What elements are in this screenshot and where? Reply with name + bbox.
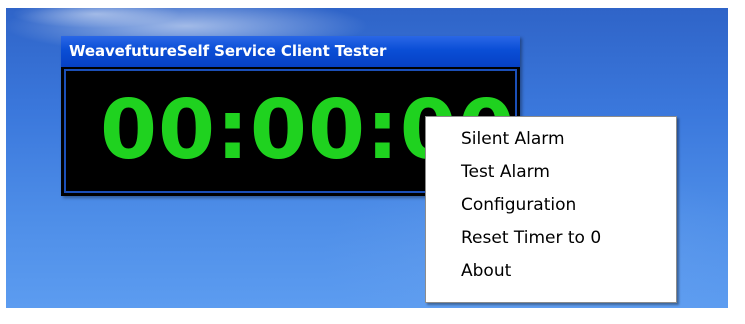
menu-item-reset-timer[interactable]: Reset Timer to 0	[426, 222, 676, 255]
menu-item-configuration[interactable]: Configuration	[426, 189, 676, 222]
context-menu: Silent Alarm Test Alarm Configuration Re…	[425, 116, 677, 303]
menu-item-about[interactable]: About	[426, 255, 676, 288]
window-title[interactable]: WeavefutureSelf Service Client Tester	[61, 36, 520, 67]
menu-item-test-alarm[interactable]: Test Alarm	[426, 156, 676, 189]
desktop-background: WeavefutureSelf Service Client Tester 00…	[6, 8, 728, 308]
menu-item-silent-alarm[interactable]: Silent Alarm	[426, 123, 676, 156]
